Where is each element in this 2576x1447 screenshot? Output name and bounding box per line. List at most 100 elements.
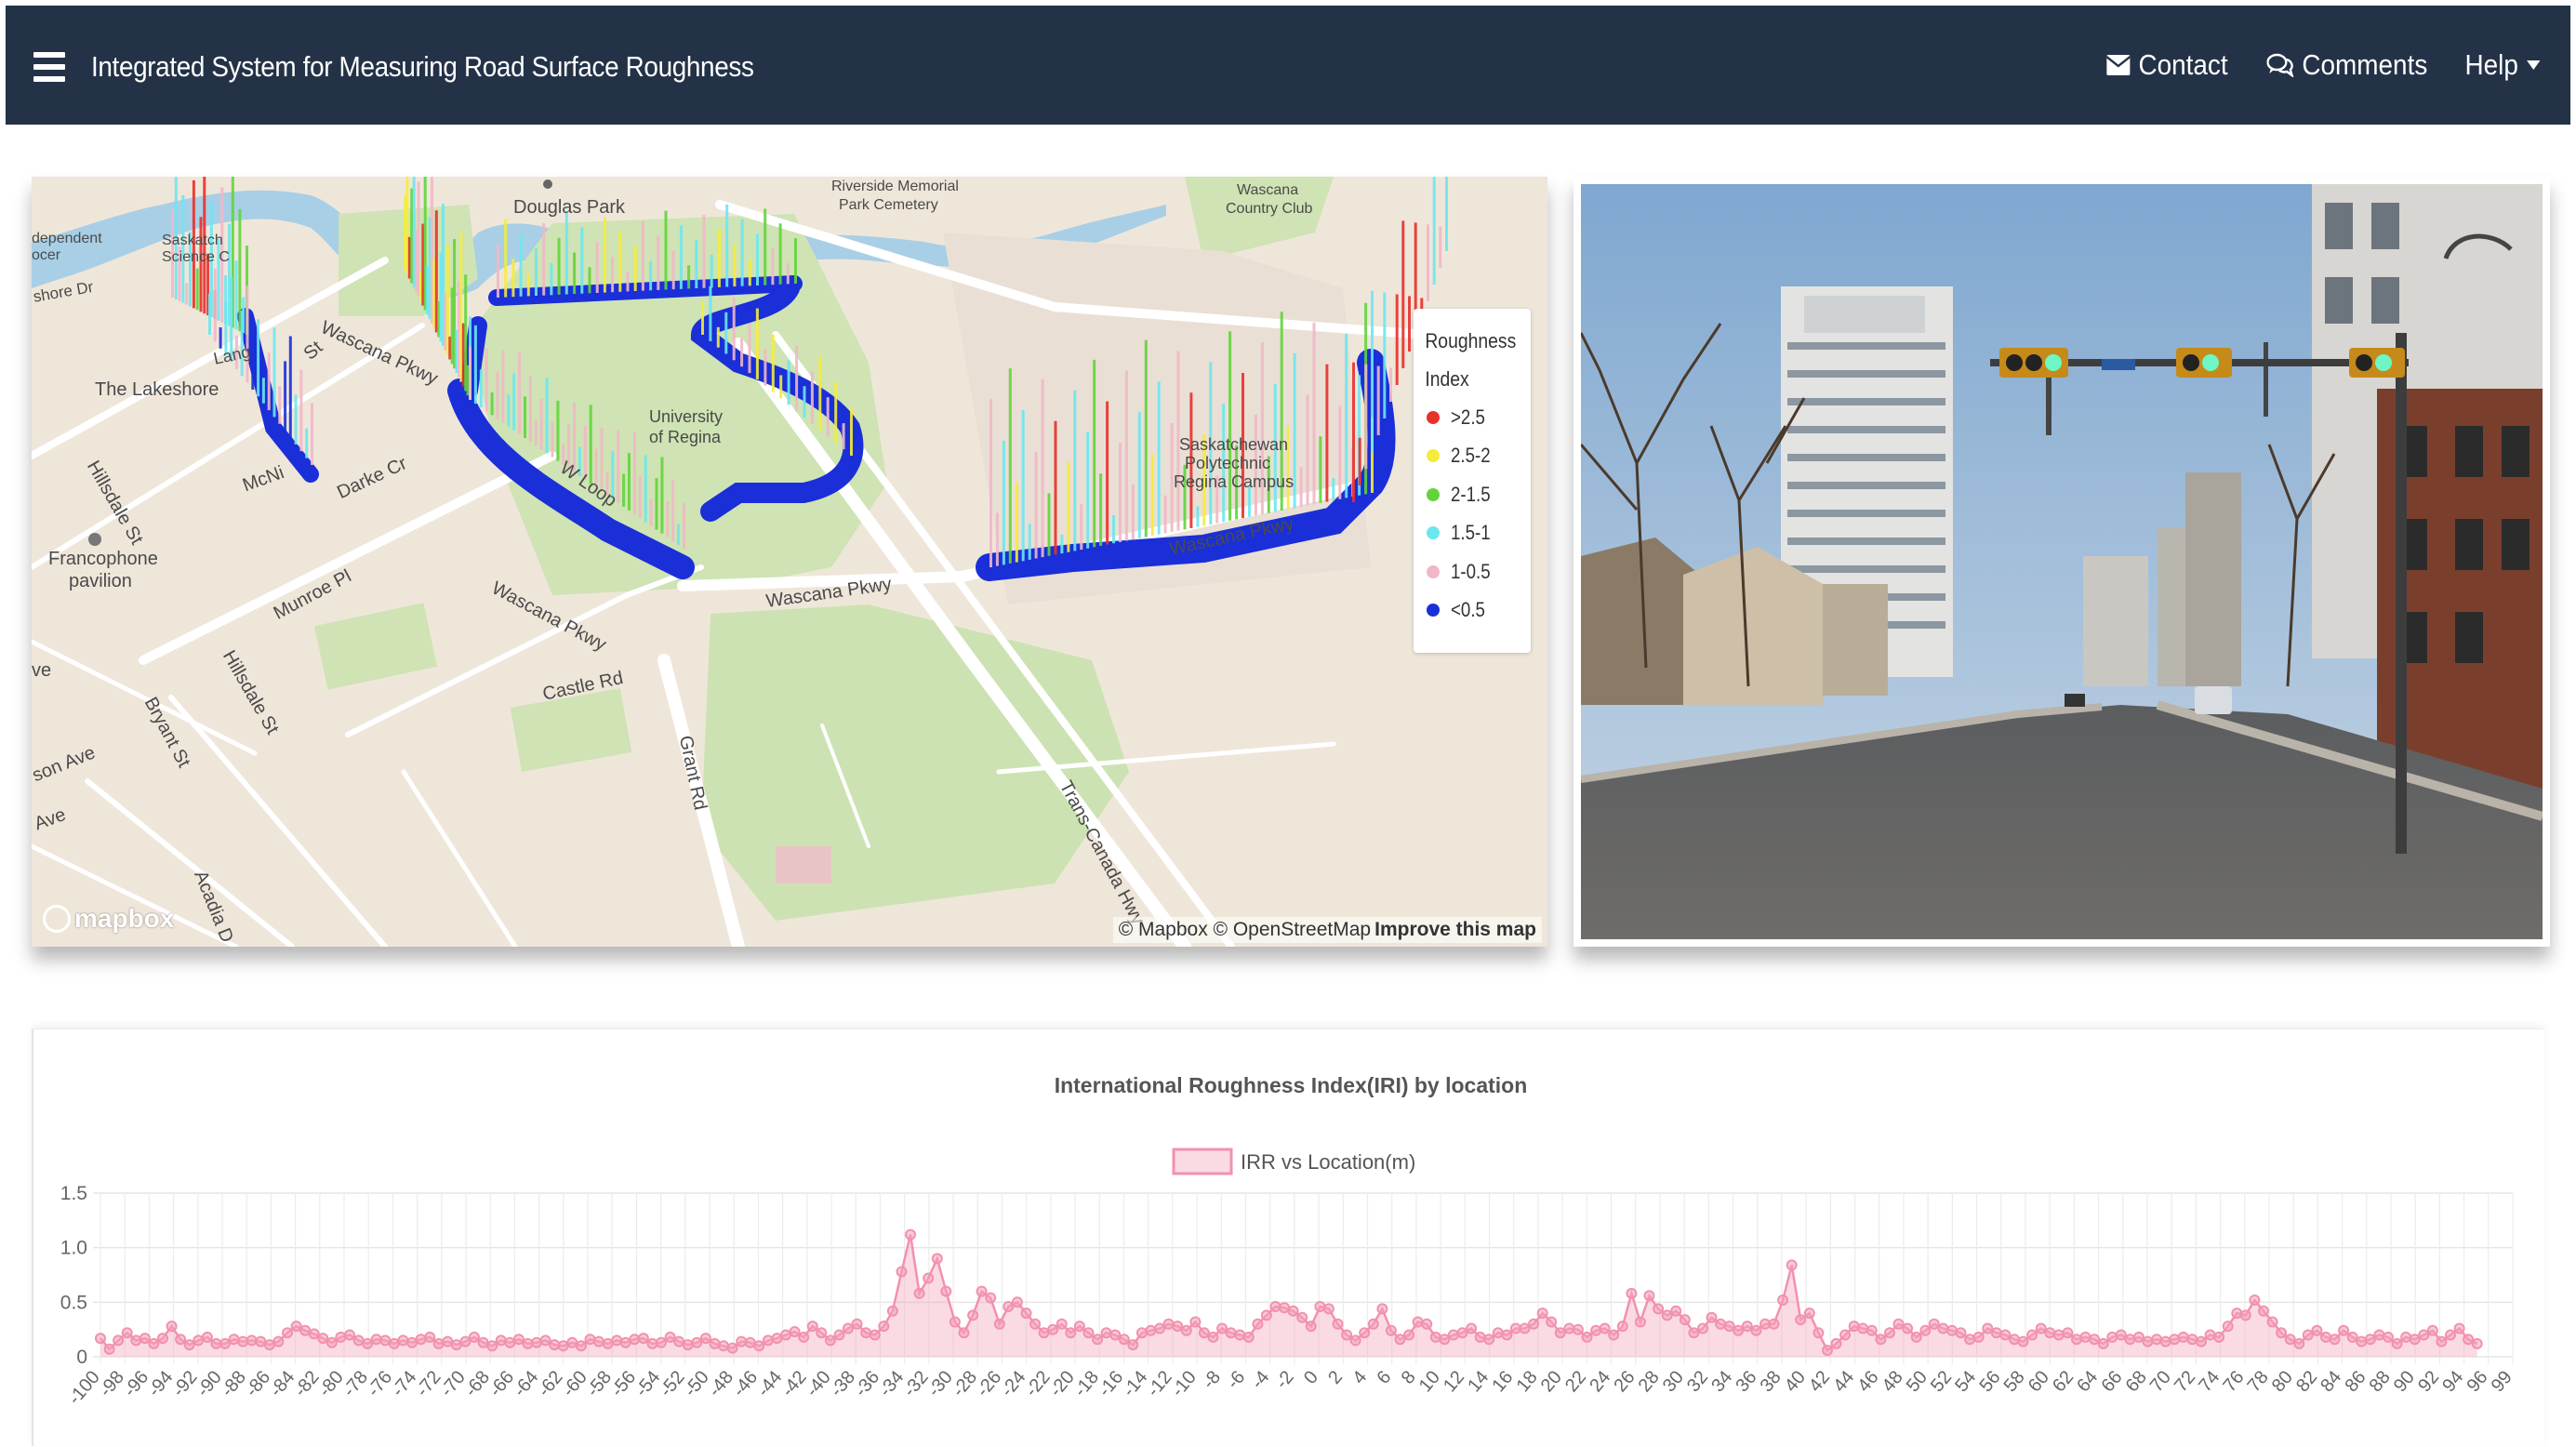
data-point[interactable] [1643,1290,1655,1302]
app-title[interactable]: Integrated System for Measuring Road Sur… [91,6,754,125]
data-point[interactable] [2079,1331,2091,1343]
data-point[interactable] [290,1321,302,1333]
data-point[interactable] [1429,1331,1441,1343]
data-point[interactable] [557,1340,569,1352]
data-point[interactable] [1322,1303,1334,1315]
data-point[interactable] [2453,1322,2465,1334]
data-point[interactable] [1572,1323,1584,1335]
data-point[interactable] [1928,1318,1940,1330]
data-point[interactable] [646,1337,658,1349]
data-point[interactable] [2266,1316,2278,1328]
data-point[interactable] [1011,1296,1023,1308]
data-point[interactable] [2400,1331,2412,1343]
data-point[interactable] [843,1322,854,1334]
data-point[interactable] [2436,1335,2448,1347]
data-point[interactable] [1741,1321,1753,1333]
data-point[interactable] [344,1329,355,1341]
data-point[interactable] [1616,1321,1628,1333]
data-point[interactable] [806,1321,818,1333]
data-point[interactable] [103,1343,115,1355]
data-point[interactable] [406,1336,418,1348]
data-point[interactable] [512,1334,524,1346]
data-point[interactable] [139,1333,151,1345]
data-point[interactable] [531,1336,542,1348]
data-point[interactable] [2276,1327,2288,1339]
data-point[interactable] [282,1327,293,1339]
data-point[interactable] [2142,1335,2154,1347]
data-point[interactable] [2124,1334,2136,1346]
data-point[interactable] [2097,1337,2109,1349]
data-point[interactable] [237,1335,249,1347]
data-point[interactable] [2213,1331,2225,1343]
data-point[interactable] [1795,1314,1807,1326]
data-point[interactable] [1225,1327,1237,1339]
roughness-map[interactable]: Douglas Park Riverside Memorial Park Cem… [32,177,1547,947]
data-point[interactable] [1536,1308,1548,1320]
data-point[interactable] [2071,1334,2082,1346]
data-point[interactable] [886,1305,898,1317]
data-point[interactable] [246,1334,258,1347]
data-point[interactable] [415,1334,427,1346]
data-point[interactable] [1296,1311,1308,1323]
data-point[interactable] [1964,1334,1976,1346]
data-point[interactable] [1554,1327,1566,1339]
data-point[interactable] [2231,1308,2243,1320]
data-point[interactable] [1910,1331,1922,1343]
data-point[interactable] [2035,1322,2047,1334]
data-point[interactable] [1902,1322,1914,1334]
data-point[interactable] [1599,1322,1611,1334]
data-point[interactable] [1056,1318,1068,1330]
data-point[interactable] [255,1335,267,1347]
data-point[interactable] [1127,1339,1139,1351]
data-point[interactable] [1608,1329,1620,1341]
data-point[interactable] [2177,1331,2189,1343]
data-point[interactable] [1260,1309,1272,1321]
data-point[interactable] [691,1336,703,1348]
data-point[interactable] [1234,1329,1246,1341]
data-point[interactable] [1118,1334,1130,1346]
data-point[interactable] [1100,1327,1112,1339]
data-point[interactable] [2009,1334,2020,1346]
data-point[interactable] [1421,1318,1433,1330]
data-point[interactable] [1456,1327,1468,1339]
data-point[interactable] [923,1272,935,1284]
data-point[interactable] [2302,1329,2314,1341]
data-point[interactable] [985,1292,997,1304]
data-point[interactable] [193,1334,205,1347]
data-point[interactable] [1519,1322,1531,1334]
data-point[interactable] [1216,1322,1228,1334]
data-point[interactable] [967,1309,979,1321]
data-point[interactable] [2426,1324,2438,1336]
data-point[interactable] [1661,1309,1673,1321]
data-point[interactable] [1955,1327,1967,1339]
data-point[interactable] [130,1334,142,1347]
data-point[interactable] [1937,1322,1949,1334]
data-point[interactable] [1634,1316,1646,1328]
data-point[interactable] [148,1337,160,1349]
data-point[interactable] [1287,1305,1299,1317]
data-point[interactable] [2338,1324,2350,1336]
data-point[interactable] [504,1336,516,1348]
data-point[interactable] [656,1336,667,1348]
data-point[interactable] [869,1329,881,1341]
data-point[interactable] [1092,1334,1104,1346]
data-point[interactable] [931,1253,943,1265]
data-point[interactable] [442,1335,454,1347]
data-point[interactable] [450,1339,462,1351]
data-point[interactable] [726,1342,738,1354]
data-point[interactable] [2052,1329,2065,1341]
data-point[interactable] [2445,1329,2456,1341]
data-point[interactable] [2169,1334,2181,1346]
data-point[interactable] [1242,1331,1255,1343]
data-point[interactable] [1359,1327,1371,1339]
data-point[interactable] [2239,1309,2251,1321]
data-point[interactable] [798,1331,810,1343]
data-point[interactable] [362,1337,374,1349]
data-point[interactable] [549,1339,561,1351]
data-point[interactable] [1180,1324,1192,1336]
data-point[interactable] [1670,1305,1682,1317]
data-point[interactable] [1688,1327,1700,1339]
data-point[interactable] [789,1326,801,1337]
data-point[interactable] [1528,1318,1540,1330]
data-point[interactable] [299,1324,312,1336]
